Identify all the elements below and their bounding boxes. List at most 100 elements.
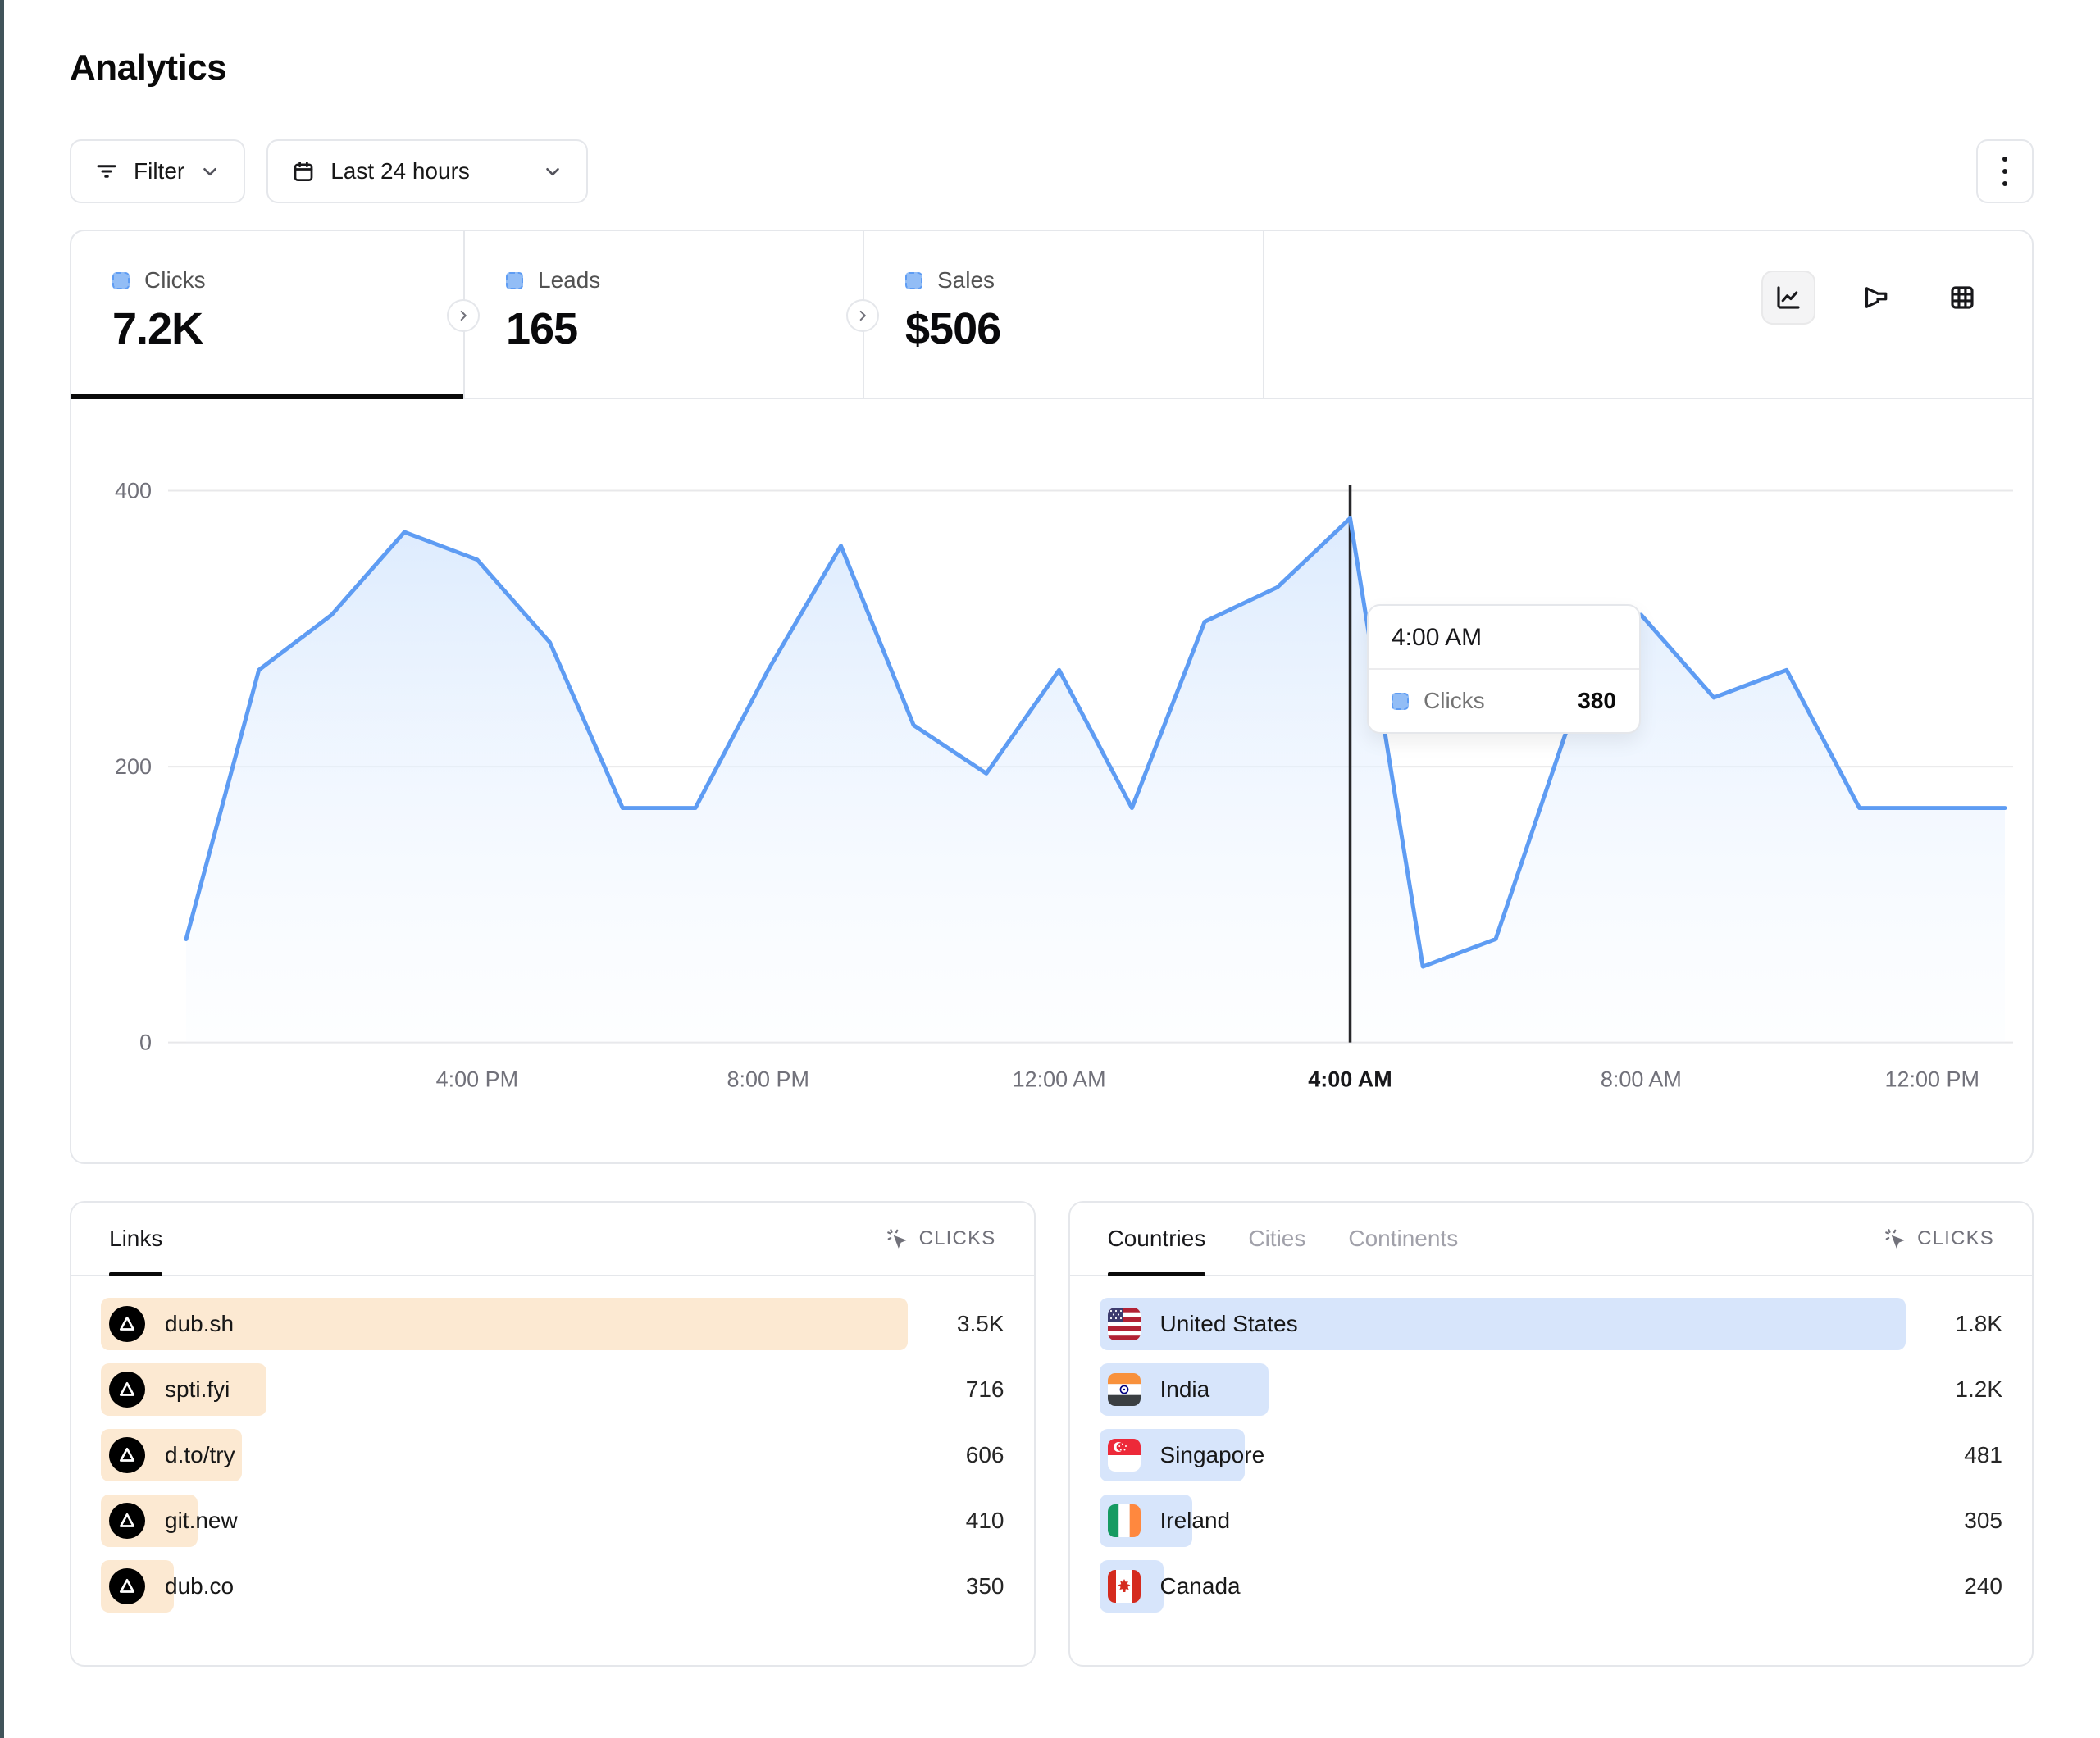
country-clicks-value: 240 — [1906, 1573, 2002, 1599]
date-range-button[interactable]: Last 24 hours — [266, 139, 588, 203]
chevron-down-icon — [199, 161, 221, 182]
table-view-button[interactable] — [1935, 271, 1989, 325]
svg-text:4:00 AM: 4:00 AM — [1308, 1067, 1392, 1091]
clicks-legend-swatch — [112, 272, 130, 289]
svg-text:8:00 AM: 8:00 AM — [1601, 1067, 1682, 1091]
expand-leads-chevron[interactable] — [846, 299, 879, 332]
metric-label: CLICKS — [919, 1227, 996, 1250]
link-clicks-value: 350 — [908, 1573, 1004, 1599]
stat-value: 165 — [506, 303, 863, 354]
funnel-chart-view-button[interactable] — [1848, 271, 1902, 325]
link-label: git.new — [165, 1508, 238, 1534]
link-clicks-value: 606 — [908, 1442, 1004, 1468]
countries-panel: Countries Cities Continents CLICKS — [1068, 1201, 2034, 1667]
countries-list: United States 1.8K India 1.2K Singapore … — [1070, 1276, 2033, 1626]
link-label: spti.fyi — [165, 1376, 230, 1403]
tab-cities[interactable]: Cities — [1248, 1203, 1305, 1275]
sales-legend-swatch — [905, 272, 922, 289]
tab-leads[interactable]: Leads 165 — [463, 231, 863, 398]
tab-label: Links — [109, 1226, 162, 1252]
tab-label: Cities — [1248, 1226, 1305, 1252]
tooltip-legend-swatch — [1392, 693, 1409, 710]
svg-text:8:00 PM: 8:00 PM — [727, 1067, 809, 1091]
chevron-right-icon — [855, 308, 870, 323]
more-options-button[interactable] — [1976, 139, 2034, 203]
date-range-label: Last 24 hours — [330, 158, 470, 184]
country-row[interactable]: United States 1.8K — [1100, 1298, 2003, 1350]
country-clicks-value: 305 — [1906, 1508, 2002, 1534]
singapore-flag-icon — [1108, 1439, 1141, 1472]
stat-value: 7.2K — [112, 303, 463, 354]
page-title: Analytics — [70, 48, 2034, 89]
links-metric-toggle[interactable]: CLICKS — [886, 1227, 996, 1250]
link-label: d.to/try — [165, 1442, 235, 1468]
link-label: dub.co — [165, 1573, 234, 1599]
filter-icon — [94, 159, 119, 184]
link-row[interactable]: dub.sh 3.5K — [101, 1298, 1004, 1350]
metric-label: CLICKS — [1917, 1227, 1994, 1250]
country-clicks-value: 1.8K — [1906, 1311, 2002, 1337]
tab-label: Continents — [1348, 1226, 1458, 1252]
dub-logo-icon — [109, 1306, 145, 1342]
stats-tabs-row: Clicks 7.2K Leads 165 Sales $506 — [71, 231, 2032, 399]
stat-label: Leads — [538, 267, 600, 293]
countries-metric-toggle[interactable]: CLICKS — [1884, 1227, 1994, 1250]
tab-links[interactable]: Links — [109, 1203, 162, 1275]
table-icon — [1947, 283, 1977, 312]
svg-text:200: 200 — [115, 754, 152, 779]
clicks-area-chart[interactable]: 02004004:00 PM8:00 PM12:00 AM4:00 AM8:00… — [71, 399, 2032, 1162]
link-row[interactable]: spti.fyi 716 — [101, 1363, 1004, 1416]
line-chart-view-button[interactable] — [1761, 271, 1815, 325]
links-panel-header: Links CLICKS — [71, 1203, 1034, 1276]
analytics-page: Analytics Filter Last 24 hours — [0, 0, 2100, 1667]
filter-button[interactable]: Filter — [70, 139, 245, 203]
canada-flag-icon — [1108, 1570, 1141, 1603]
calendar-icon — [291, 159, 316, 184]
us-flag-icon — [1108, 1308, 1141, 1340]
chevron-right-icon — [456, 308, 471, 323]
country-label: Canada — [1160, 1573, 1241, 1599]
link-clicks-value: 716 — [908, 1376, 1004, 1403]
country-row[interactable]: India 1.2K — [1100, 1363, 2003, 1416]
tooltip-series-label: Clicks — [1424, 688, 1485, 714]
link-row[interactable]: git.new 410 — [101, 1495, 1004, 1547]
country-label: India — [1160, 1376, 1210, 1403]
svg-text:0: 0 — [139, 1031, 152, 1055]
left-edge-strip — [0, 0, 4, 1738]
ireland-flag-icon — [1108, 1504, 1141, 1537]
cursor-click-icon — [1884, 1227, 1906, 1250]
country-row[interactable]: Ireland 305 — [1100, 1495, 2003, 1547]
country-clicks-value: 1.2K — [1906, 1376, 2002, 1403]
dub-logo-icon — [109, 1503, 145, 1539]
dub-logo-icon — [109, 1437, 145, 1473]
tab-countries[interactable]: Countries — [1108, 1203, 1206, 1275]
country-label: Ireland — [1160, 1508, 1231, 1534]
countries-panel-header: Countries Cities Continents CLICKS — [1070, 1203, 2033, 1276]
kebab-menu-icon — [2002, 157, 2007, 162]
link-clicks-value: 410 — [908, 1508, 1004, 1534]
tooltip-time: 4:00 AM — [1369, 606, 1639, 670]
india-flag-icon — [1108, 1373, 1141, 1406]
tab-sales[interactable]: Sales $506 — [863, 231, 1264, 398]
tooltip-value: 380 — [1578, 688, 1616, 714]
filter-button-label: Filter — [134, 158, 184, 184]
toolbar: Filter Last 24 hours — [70, 139, 2034, 203]
country-label: Singapore — [1160, 1442, 1265, 1468]
country-clicks-value: 481 — [1906, 1442, 2002, 1468]
links-panel: Links CLICKS dub.sh 3.5K — [70, 1201, 1036, 1667]
link-row[interactable]: dub.co 350 — [101, 1560, 1004, 1613]
dub-logo-icon — [109, 1372, 145, 1408]
tab-label: Countries — [1108, 1226, 1206, 1252]
tab-clicks[interactable]: Clicks 7.2K — [71, 231, 463, 398]
expand-clicks-chevron[interactable] — [447, 299, 480, 332]
analytics-chart-card: Clicks 7.2K Leads 165 Sales $506 — [70, 230, 2034, 1164]
line-chart-icon — [1774, 283, 1803, 312]
tab-continents[interactable]: Continents — [1348, 1203, 1458, 1275]
svg-text:4:00 PM: 4:00 PM — [436, 1067, 519, 1091]
cursor-click-icon — [886, 1227, 909, 1250]
chevron-down-icon — [542, 161, 563, 182]
link-row[interactable]: d.to/try 606 — [101, 1429, 1004, 1481]
country-row[interactable]: Singapore 481 — [1100, 1429, 2003, 1481]
area-chart-canvas: 02004004:00 PM8:00 PM12:00 AM4:00 AM8:00… — [71, 399, 2032, 1162]
country-row[interactable]: Canada 240 — [1100, 1560, 2003, 1613]
